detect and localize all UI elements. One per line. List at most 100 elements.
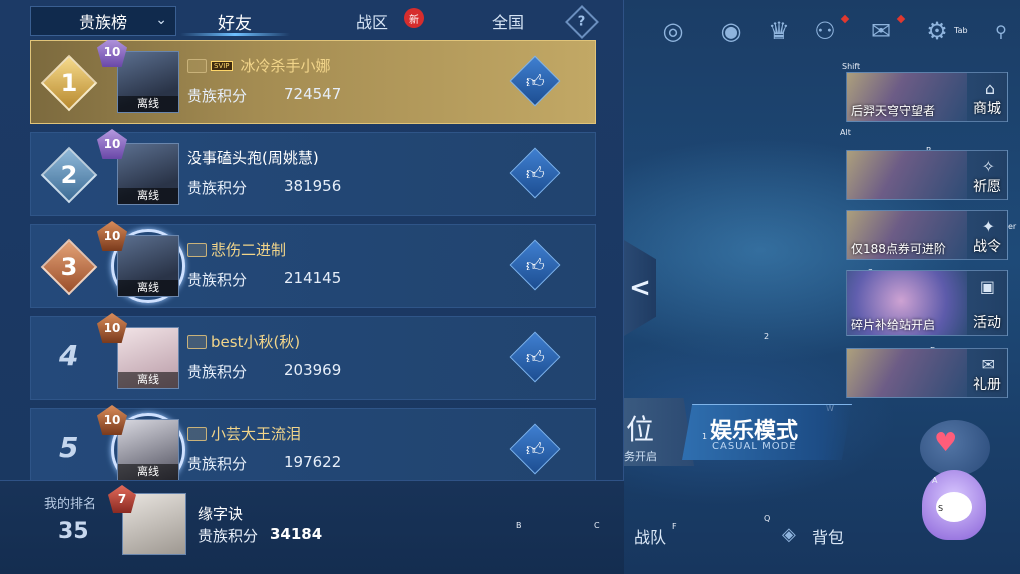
rank-number: 5 <box>59 431 79 464</box>
player-name: best小秋(秋) <box>211 333 301 351</box>
tab-friends[interactable]: 好友 <box>218 9 252 34</box>
collapse-panel-arrow-icon[interactable]: < <box>624 240 656 336</box>
target-icon[interactable]: ◎ <box>656 14 690 48</box>
ranking-row-4[interactable]: 4 离线 10 best小秋(秋) 贵族积分 203969 👍︎ <box>30 313 596 400</box>
network-status-icon: ⚲ <box>995 21 1007 41</box>
team-button[interactable]: 战队 <box>634 524 666 548</box>
chevron-down-icon: ⌄ <box>155 12 167 28</box>
wish-icon: ✧ <box>981 157 995 176</box>
side-card-caption: 碎片补给站开启 <box>851 318 936 332</box>
rank-medal-bronze-icon: 3 <box>39 237 99 297</box>
avatar[interactable]: 离线 <box>117 143 179 205</box>
gift-book-icon: ✉ <box>981 355 995 374</box>
like-button[interactable]: 👍︎ <box>509 239 561 291</box>
noble-level-badge: 10 <box>97 40 127 67</box>
key-hint-q: Q <box>764 514 771 523</box>
score-label: 贵族积分 <box>187 455 248 473</box>
side-card-shop[interactable]: ⌂ 后羿天穹守望者 商城 <box>846 72 1008 122</box>
backpack-icon: ◈ <box>782 524 796 545</box>
backpack-button[interactable]: 背包 <box>812 524 844 548</box>
like-button[interactable]: 👍︎ <box>509 331 561 383</box>
score-value: 203969 <box>284 361 342 379</box>
like-button[interactable]: 👍︎ <box>509 147 561 199</box>
help-icon[interactable]: ? <box>565 5 599 39</box>
my-score-label: 贵族积分 <box>198 527 259 545</box>
event-icon: ▣ <box>979 277 995 296</box>
ranking-row-3[interactable]: 3 离线 10 悲伤二进制 贵族积分 214145 👍︎ <box>30 221 596 308</box>
key-hint-c: C <box>594 521 600 530</box>
mail-icon[interactable]: ✉ <box>864 14 906 48</box>
side-card-gift-book[interactable]: ✉ 礼册 <box>846 348 1008 398</box>
my-noble-level-badge: 7 <box>108 485 136 513</box>
side-card-label: 活动 <box>973 315 1001 331</box>
key-hint-s: S <box>938 504 944 513</box>
ranking-panel: 贵族榜 ⌄ 好友 战区 新 全国 ? 1 离线 10 SVIP 冰冷杀手小娜 贵… <box>0 0 624 574</box>
avatar[interactable]: 离线 <box>117 235 179 297</box>
side-card-caption: 仅188点券可进阶 <box>851 242 946 256</box>
noble-level-badge: 10 <box>97 405 127 435</box>
casual-mode-button[interactable]: 娱乐模式 CASUAL MODE <box>682 404 852 460</box>
key-hint-shift: Shift <box>842 62 861 71</box>
key-hint-1: 1 <box>702 432 708 441</box>
tab-war-zone[interactable]: 战区 <box>356 9 388 33</box>
side-card-battle-pass[interactable]: ✦ 仅188点券可进阶 战令 <box>846 210 1008 260</box>
battle-pass-icon: ✦ <box>981 217 995 236</box>
avatar[interactable]: 离线 <box>117 419 179 480</box>
dropdown-label: 贵族榜 <box>78 13 127 32</box>
like-button[interactable]: 👍︎ <box>509 423 561 475</box>
side-card-wish[interactable]: ✧ 祈愿 <box>846 150 1008 200</box>
thumbs-up-icon: 👍︎ <box>525 71 545 92</box>
score-value: 381956 <box>284 177 342 195</box>
rank-medal-gold-icon: 1 <box>39 53 99 113</box>
player-name: 冰冷杀手小娜 <box>240 57 331 75</box>
player-name-line: 没事磕头孢(周姚慧) <box>187 147 319 168</box>
my-score-value: 34184 <box>270 525 323 543</box>
my-rank-label: 我的排名 <box>44 497 97 512</box>
offline-status: 离线 <box>118 372 178 388</box>
player-name: 没事磕头孢(周姚慧) <box>187 149 319 167</box>
mascot-assistant[interactable]: ♥ A S <box>918 420 998 560</box>
side-card-event[interactable]: ▣ 碎片补给站开启 活动 <box>846 270 1008 336</box>
side-card-label: 商城 <box>973 101 1001 117</box>
noble-level-badge: 10 <box>97 129 127 159</box>
heart-icon: ♥ <box>934 428 958 458</box>
hero-art <box>847 151 967 199</box>
shop-icon: ⌂ <box>984 79 995 98</box>
thumbs-up-icon: 👍︎ <box>525 255 545 276</box>
replay-eye-icon[interactable]: ◉ <box>714 14 748 48</box>
thumbs-up-icon: 👍︎ <box>525 347 545 368</box>
offline-status: 离线 <box>118 464 178 480</box>
game-mode-banner[interactable]: 位 务开启 娱乐模式 CASUAL MODE <box>624 398 856 466</box>
rank-number: 3 <box>60 253 78 281</box>
settings-gear-icon[interactable]: ⚙ <box>920 14 954 48</box>
side-card-caption: 后羿天穹守望者 <box>851 104 936 118</box>
friends-icon[interactable]: ⚇ <box>808 14 850 48</box>
score-value: 197622 <box>284 453 342 471</box>
score-value: 724547 <box>284 85 342 103</box>
rank-number: 1 <box>60 69 78 97</box>
ranking-row-2[interactable]: 2 离线 10 没事磕头孢(周姚慧) 贵族积分 381956 👍︎ <box>30 129 596 216</box>
trophy-icon[interactable]: ♛ <box>762 14 796 48</box>
ranking-row-5[interactable]: 5 离线 10 小芸大王流泪 贵族积分 197622 👍︎ <box>30 405 596 480</box>
player-name-line: 小芸大王流泪 <box>187 423 301 444</box>
player-name: 悲伤二进制 <box>211 241 287 259</box>
tab-national[interactable]: 全国 <box>492 9 524 33</box>
player-name-line: 悲伤二进制 <box>187 239 286 260</box>
score-value: 214145 <box>284 269 342 287</box>
key-hint-tab: Tab <box>954 26 968 35</box>
key-hint-alt: Alt <box>840 128 851 137</box>
ranking-list[interactable]: 1 离线 10 SVIP 冰冷杀手小娜 贵族积分 724547 👍︎ 2 离线 <box>0 40 624 480</box>
offline-status: 离线 <box>118 188 178 204</box>
svip-badge: SVIP <box>211 60 233 71</box>
ranking-row-1[interactable]: 1 离线 10 SVIP 冰冷杀手小娜 贵族积分 724547 👍︎ <box>30 40 596 124</box>
bottom-nav: 战队 F Q ◈ 背包 <box>624 510 924 560</box>
avatar[interactable]: 离线 <box>117 327 179 389</box>
hero-art <box>847 349 967 397</box>
ranked-mode-subtitle: 务开启 <box>624 450 657 463</box>
new-badge: 新 <box>404 8 424 28</box>
like-button[interactable]: 👍︎ <box>509 55 561 107</box>
ranking-type-dropdown[interactable]: 贵族榜 ⌄ <box>30 6 176 36</box>
avatar[interactable]: 离线 <box>117 51 179 113</box>
key-hint-b: B <box>516 521 522 530</box>
my-rank-number: 35 <box>58 519 89 544</box>
